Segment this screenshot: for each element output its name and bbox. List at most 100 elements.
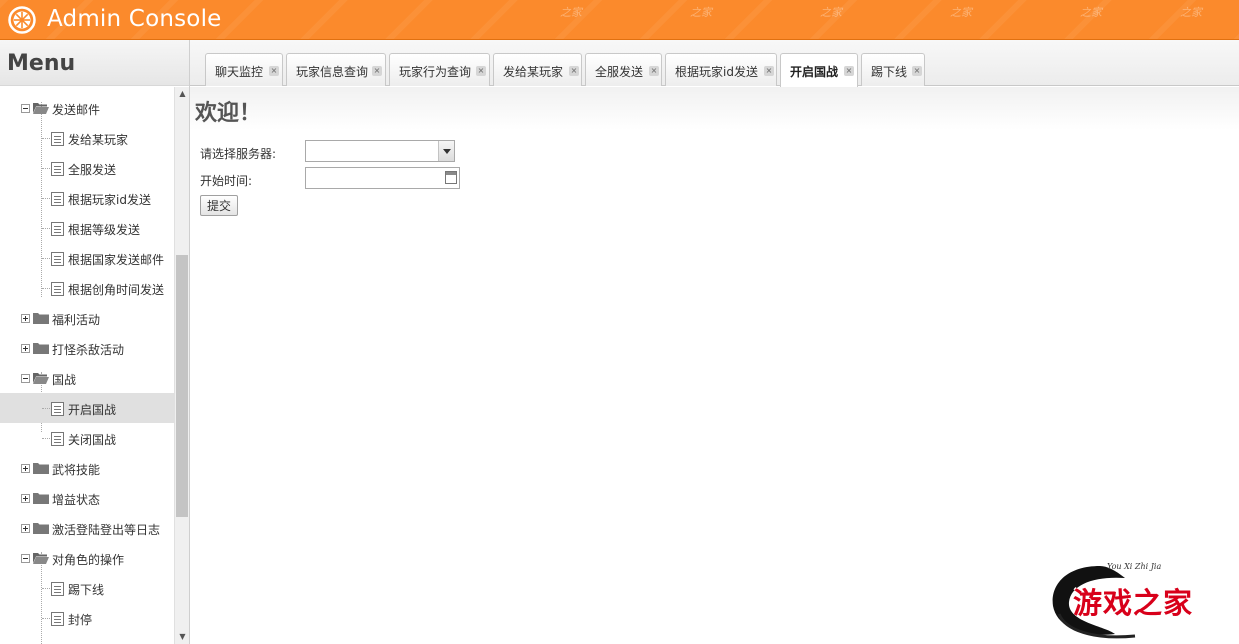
close-icon[interactable]: × bbox=[649, 66, 659, 76]
expand-icon[interactable] bbox=[21, 494, 30, 503]
header-watermark: 之家 bbox=[820, 6, 842, 19]
collapse-icon[interactable] bbox=[21, 374, 30, 383]
tree-label: 增益状态 bbox=[52, 493, 101, 507]
scrollbar-thumb[interactable] bbox=[176, 255, 188, 517]
collapse-icon[interactable] bbox=[21, 554, 30, 563]
tree-folder-buff-status[interactable]: 增益状态 bbox=[0, 483, 174, 513]
close-icon[interactable]: × bbox=[372, 66, 382, 76]
tab-chat-monitor[interactable]: 聊天监控 × bbox=[205, 53, 283, 86]
tab-label: 发给某玩家 bbox=[503, 65, 564, 79]
tree-label: 福利活动 bbox=[52, 313, 101, 327]
tree-label: 武将技能 bbox=[52, 463, 101, 477]
page-icon bbox=[51, 192, 64, 206]
menu-header: Menu bbox=[0, 40, 189, 86]
tree-connector bbox=[42, 258, 50, 259]
dropdown-arrow-icon[interactable] bbox=[438, 141, 454, 161]
collapse-icon[interactable] bbox=[21, 104, 30, 113]
tab-label: 开启国战 bbox=[790, 65, 839, 79]
header-watermark: 之家 bbox=[950, 6, 972, 19]
menu-title: Menu bbox=[7, 51, 76, 76]
tree-connector bbox=[42, 588, 50, 589]
tree-connector bbox=[42, 168, 50, 169]
page-icon bbox=[51, 132, 64, 146]
tree-connector bbox=[42, 138, 50, 139]
submit-button[interactable]: 提交 bbox=[200, 195, 238, 216]
tree-folder-send-mail[interactable]: 发送邮件 bbox=[0, 93, 174, 123]
tab-send-to-player[interactable]: 发给某玩家 × bbox=[493, 53, 582, 86]
folder-open-icon bbox=[33, 373, 49, 384]
close-icon[interactable]: × bbox=[912, 66, 922, 76]
tab-kick-offline[interactable]: 踢下线 × bbox=[861, 53, 925, 86]
brand-name: 游戏之家 bbox=[1073, 586, 1194, 620]
tree-label: 踢下线 bbox=[68, 583, 105, 597]
tree-connector bbox=[42, 228, 50, 229]
expand-icon[interactable] bbox=[21, 464, 30, 473]
close-icon[interactable]: × bbox=[269, 66, 279, 76]
page-icon bbox=[51, 582, 64, 596]
expand-icon[interactable] bbox=[21, 314, 30, 323]
page-icon bbox=[51, 612, 64, 626]
tree-item-send-by-create-time[interactable]: 根据创角时间发送 bbox=[0, 273, 174, 303]
scroll-up-arrow-icon[interactable]: ▲ bbox=[175, 87, 190, 101]
sidebar-scrollbar[interactable]: ▲ ▼ bbox=[174, 87, 189, 644]
tab-label: 根据玩家id发送 bbox=[675, 65, 758, 79]
expand-icon[interactable] bbox=[21, 524, 30, 533]
tree-folder-login-logs[interactable]: 激活登陆登出等日志 bbox=[0, 513, 174, 543]
scroll-down-arrow-icon[interactable]: ▼ bbox=[175, 630, 190, 644]
tree-label: 根据创角时间发送 bbox=[68, 283, 165, 297]
tab-open-nation-war[interactable]: 开启国战 × bbox=[780, 53, 858, 87]
folder-icon bbox=[33, 523, 49, 534]
tree-label: 全服发送 bbox=[68, 163, 117, 177]
tab-player-behavior-query[interactable]: 玩家行为查询 × bbox=[389, 53, 490, 86]
start-time-input[interactable] bbox=[305, 167, 460, 189]
tree-label: 根据等级发送 bbox=[68, 223, 141, 237]
folder-icon bbox=[33, 343, 49, 354]
tree-item-send-all-server[interactable]: 全服发送 bbox=[0, 153, 174, 183]
orange-logo-icon bbox=[8, 6, 36, 34]
close-icon[interactable]: × bbox=[764, 66, 774, 76]
tree-item-send-by-player-id[interactable]: 根据玩家id发送 bbox=[0, 183, 174, 213]
tree-connector bbox=[42, 288, 50, 289]
tree-label: 打怪杀敌活动 bbox=[52, 343, 125, 357]
tree-label: 国战 bbox=[52, 373, 77, 387]
tree-folder-welfare[interactable]: 福利活动 bbox=[0, 303, 174, 333]
page-icon bbox=[51, 222, 64, 236]
tree-label: 激活登陆登出等日志 bbox=[52, 523, 161, 537]
tree-label: 发给某玩家 bbox=[68, 133, 129, 147]
page-icon bbox=[51, 282, 64, 296]
expand-icon[interactable] bbox=[21, 344, 30, 353]
tree-item-send-to-player[interactable]: 发给某玩家 bbox=[0, 123, 174, 153]
tree-connector bbox=[42, 198, 50, 199]
tree-label: 根据玩家id发送 bbox=[68, 193, 151, 207]
tree-folder-general-skills[interactable]: 武将技能 bbox=[0, 453, 174, 483]
close-icon[interactable]: × bbox=[844, 66, 854, 76]
close-icon[interactable]: × bbox=[569, 66, 579, 76]
tree-folder-role-operations[interactable]: 对角色的操作 bbox=[0, 543, 174, 573]
tree-connector bbox=[42, 618, 50, 619]
folder-icon bbox=[33, 313, 49, 324]
tree-connector bbox=[42, 408, 50, 409]
tree-item-ban[interactable]: 封停 bbox=[0, 603, 174, 633]
tree-folder-nation-war[interactable]: 国战 bbox=[0, 363, 174, 393]
tree-label: 根据国家发送邮件 bbox=[68, 253, 165, 267]
page-icon bbox=[51, 432, 64, 446]
brand-watermark-logo: You Xi Zhi Jia 游戏之家 bbox=[1045, 556, 1235, 641]
tab-send-all-server[interactable]: 全服发送 × bbox=[585, 53, 662, 86]
tree-item-kick-offline[interactable]: 踢下线 bbox=[0, 573, 174, 603]
tab-send-by-player-id[interactable]: 根据玩家id发送 × bbox=[665, 53, 777, 86]
tab-player-info-query[interactable]: 玩家信息查询 × bbox=[286, 53, 386, 86]
tree-item-close-nation-war[interactable]: 关闭国战 bbox=[0, 423, 174, 453]
tree-item-send-by-level[interactable]: 根据等级发送 bbox=[0, 213, 174, 243]
server-select[interactable] bbox=[305, 140, 455, 162]
tree-label: 关闭国战 bbox=[68, 433, 117, 447]
menu-tree: 发送邮件 发给某玩家 全服发送 根据玩家id发送 根据等级发送 根据国家发送邮件 bbox=[0, 87, 174, 644]
folder-open-icon bbox=[33, 103, 49, 114]
welcome-heading: 欢迎！ bbox=[195, 101, 262, 126]
tree-folder-monster-kill[interactable]: 打怪杀敌活动 bbox=[0, 333, 174, 363]
tree-item-send-by-country[interactable]: 根据国家发送邮件 bbox=[0, 243, 174, 273]
tree-label: 开启国战 bbox=[68, 403, 117, 417]
tab-label: 全服发送 bbox=[595, 65, 644, 79]
tree-item-open-nation-war[interactable]: 开启国战 bbox=[0, 393, 174, 423]
calendar-icon[interactable] bbox=[445, 171, 457, 184]
close-icon[interactable]: × bbox=[476, 66, 486, 76]
